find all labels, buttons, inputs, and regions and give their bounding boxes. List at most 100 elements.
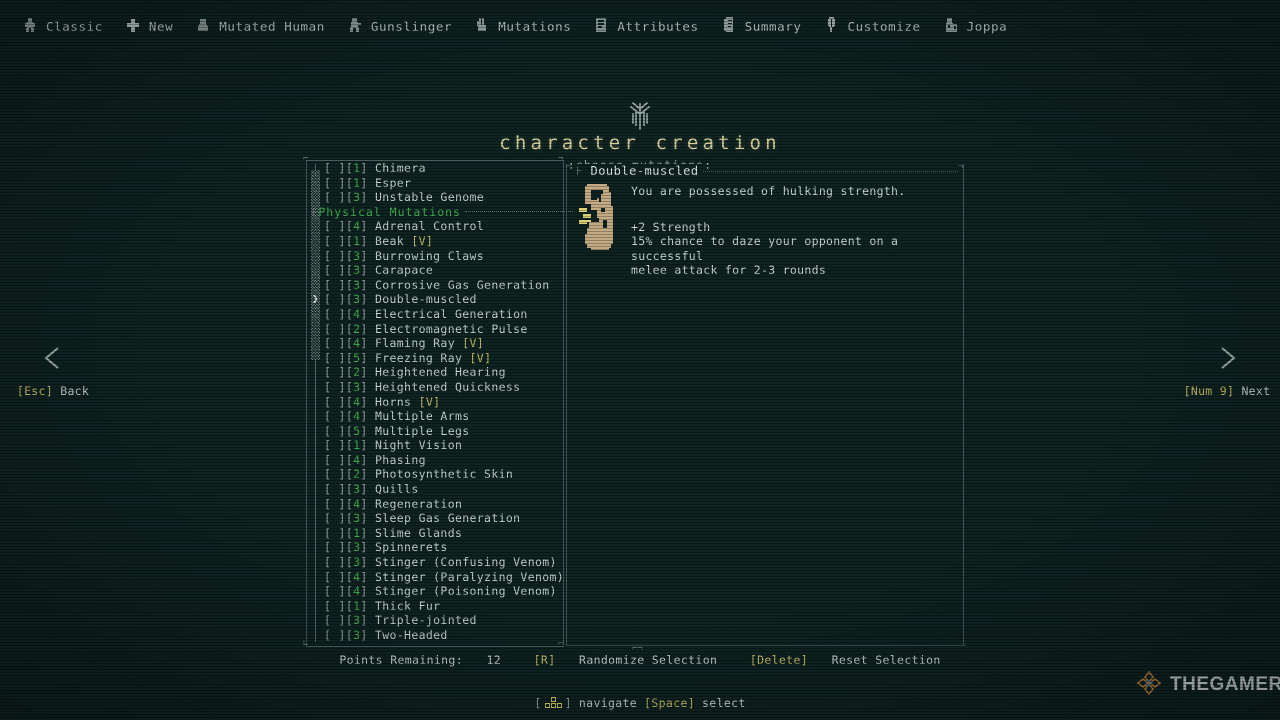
mutation-checkbox[interactable]: [ ] — [324, 526, 346, 540]
mutation-checkbox[interactable]: [ ] — [324, 511, 346, 525]
cost-bracket-close: ] — [360, 613, 368, 628]
mutation-row[interactable]: [ ][5] Multiple Legs — [324, 424, 564, 439]
mutation-checkbox[interactable]: [ ] — [324, 292, 346, 306]
breadcrumb-item-mutated-human[interactable]: Mutated Human — [195, 15, 325, 37]
nav-back-key: [Esc] — [16, 384, 53, 398]
mutation-name: Thick Fur — [374, 598, 441, 613]
mutation-checkbox[interactable]: [ ] — [324, 628, 346, 642]
reset-label[interactable]: Reset Selection — [832, 653, 941, 667]
mutation-checkbox[interactable]: [ ] — [324, 365, 346, 379]
breadcrumb-item-mutations[interactable]: Mutations — [474, 15, 571, 37]
mutation-row[interactable]: [ ][1] Slime Glands — [324, 526, 564, 541]
reset-key[interactable]: [Delete] — [750, 653, 808, 667]
mutation-checkbox[interactable]: [ ] — [324, 219, 346, 233]
mutation-checkbox[interactable]: [ ] — [324, 176, 346, 190]
breadcrumb-item-gunslinger[interactable]: Gunslinger — [347, 15, 452, 37]
mutation-checkbox[interactable]: [ ] — [324, 540, 346, 554]
breadcrumb-item-customize[interactable]: Customize — [823, 15, 920, 37]
mutation-checkbox[interactable]: [ ] — [324, 453, 346, 467]
randomize-label[interactable]: Randomize Selection — [579, 653, 717, 667]
mutation-checkbox[interactable]: [ ] — [324, 351, 346, 365]
mutation-row[interactable]: [ ][3] Spinnerets — [324, 540, 564, 555]
detail-corner-tl: ⌐ — [566, 162, 572, 172]
mutation-row[interactable]: [ ][4] Electrical Generation — [324, 307, 564, 322]
mutation-variant-tag: [V] — [462, 336, 485, 351]
mutation-row[interactable]: [ ][2] Electromagnetic Pulse — [324, 322, 564, 337]
scrollbar-thumb[interactable] — [311, 170, 320, 360]
mutation-name: Unstable Genome — [374, 190, 485, 205]
mutation-row[interactable]: [ ][3] Triple-jointed — [324, 613, 564, 628]
mutation-checkbox[interactable]: [ ] — [324, 249, 346, 263]
mutation-row[interactable]: [ ][4] Stinger (Poisoning Venom) — [324, 584, 564, 599]
cost-bracket-close: ] — [360, 584, 368, 599]
mutation-row[interactable]: ❯[ ][3] Double-muscled — [312, 292, 564, 307]
mutation-checkbox[interactable]: [ ] — [324, 409, 346, 423]
breadcrumb-item-joppa[interactable]: Joppa — [943, 15, 1008, 37]
mutation-row[interactable]: [ ][4] Regeneration — [324, 497, 564, 512]
mutation-checkbox[interactable]: [ ] — [324, 234, 346, 248]
mutation-checkbox[interactable]: [ ] — [324, 584, 346, 598]
chevron-right-icon[interactable] — [1180, 344, 1274, 372]
mutation-row[interactable]: [ ][4] Adrenal Control — [324, 219, 564, 234]
mutation-checkbox[interactable]: [ ] — [324, 482, 346, 496]
breadcrumb-item-summary[interactable]: Summary — [721, 15, 802, 37]
mutation-row[interactable]: [ ][3] Stinger (Confusing Venom) — [324, 555, 564, 570]
select-key[interactable]: [Space] — [644, 696, 695, 710]
mutation-row[interactable]: [ ][3] Heightened Quickness — [324, 380, 564, 395]
mutation-checkbox[interactable]: [ ] — [324, 438, 346, 452]
breadcrumb-item-attributes[interactable]: Attributes — [593, 15, 698, 37]
mutation-checkbox[interactable]: [ ] — [324, 190, 346, 204]
mutation-checkbox[interactable]: [ ] — [324, 497, 346, 511]
mutation-row[interactable]: [ ][2] Photosynthetic Skin — [324, 467, 564, 482]
mutation-checkbox[interactable]: [ ] — [324, 161, 346, 175]
mutation-checkbox[interactable]: [ ] — [324, 307, 346, 321]
mutation-row[interactable]: [ ][3] Quills — [324, 482, 564, 497]
mutation-checkbox[interactable]: [ ] — [324, 336, 346, 350]
mutation-row[interactable]: [ ][3] Burrowing Claws — [324, 249, 564, 264]
mutation-row[interactable]: [ ][1] Chimera — [324, 161, 564, 176]
mutation-row[interactable]: [ ][4] Multiple Arms — [324, 409, 564, 424]
detail-title: ⊦ Double-muscled — [572, 164, 703, 178]
mutation-row[interactable]: [ ][3] Corrosive Gas Generation — [324, 278, 564, 293]
nav-next[interactable]: [Num 9] Next — [1180, 344, 1274, 398]
mutation-checkbox[interactable]: [ ] — [324, 278, 346, 292]
mutation-name: Triple-jointed — [374, 613, 477, 628]
mutation-row[interactable]: [ ][3] Sleep Gas Generation — [324, 511, 564, 526]
mutation-row[interactable]: [ ][5] Freezing Ray [V] — [324, 351, 564, 366]
cost-bracket-close: ] — [360, 263, 368, 278]
mutation-checkbox[interactable]: [ ] — [324, 613, 346, 627]
detail-body: You are possessed of hulking strength. +… — [631, 184, 961, 278]
mutation-name: Heightened Hearing — [374, 365, 506, 380]
mutation-name: Two-Headed — [374, 628, 448, 642]
mutation-row[interactable]: [ ][1] Thick Fur — [324, 599, 564, 614]
mutation-row[interactable]: [ ][3] Two-Headed — [324, 628, 564, 643]
mutation-row[interactable]: [ ][1] Esper — [324, 176, 564, 191]
mutation-checkbox[interactable]: [ ] — [324, 570, 346, 584]
mutation-checkbox[interactable]: [ ] — [324, 395, 346, 409]
mutation-checkbox[interactable]: [ ] — [324, 263, 346, 277]
nav-back[interactable]: [Esc] Back — [6, 344, 100, 398]
breadcrumb-item-classic[interactable]: Classic — [22, 15, 103, 37]
mutation-checkbox[interactable]: [ ] — [324, 467, 346, 481]
breadcrumb-label: Attributes — [617, 18, 699, 34]
mutation-row[interactable]: [ ][4] Horns [V] — [324, 395, 564, 410]
mutation-row[interactable]: [ ][1] Beak [V] — [324, 234, 564, 249]
mutation-checkbox[interactable]: [ ] — [324, 599, 346, 613]
chevron-left-icon[interactable] — [6, 344, 100, 372]
breadcrumb-label: Mutated Human — [219, 18, 325, 34]
mutation-row[interactable]: [ ][3] Carapace — [324, 263, 564, 278]
breadcrumb-item-new[interactable]: New — [125, 15, 173, 37]
mutation-checkbox[interactable]: [ ] — [324, 424, 346, 438]
mutation-checkbox[interactable]: [ ] — [324, 322, 346, 336]
mutation-row[interactable]: [ ][4] Stinger (Paralyzing Venom) — [324, 570, 564, 585]
randomize-key[interactable]: [R] — [534, 653, 556, 667]
list-scrollbar[interactable] — [311, 164, 320, 642]
mutation-row[interactable]: [ ][3] Unstable Genome — [324, 190, 564, 205]
corner-ornament-bl: ∟ — [303, 639, 309, 649]
mutation-checkbox[interactable]: [ ] — [324, 380, 346, 394]
mutation-row[interactable]: [ ][1] Night Vision — [324, 438, 564, 453]
mutation-row[interactable]: [ ][2] Heightened Hearing — [324, 365, 564, 380]
mutation-checkbox[interactable]: [ ] — [324, 555, 346, 569]
mutation-row[interactable]: [ ][4] Phasing — [324, 453, 564, 468]
mutation-row[interactable]: [ ][4] Flaming Ray [V] — [324, 336, 564, 351]
